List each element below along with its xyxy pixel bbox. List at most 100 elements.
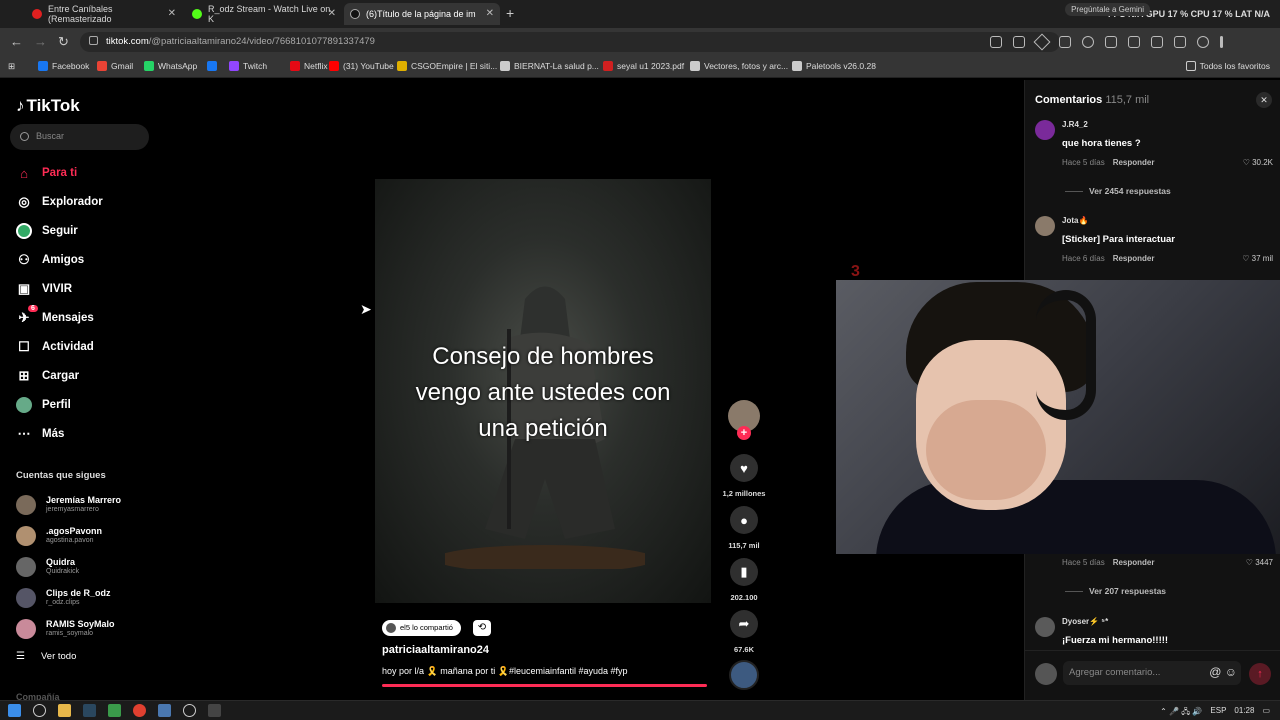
- comment-like[interactable]: ♡ 30.2K: [1243, 158, 1273, 167]
- profile-icon[interactable]: [1197, 36, 1209, 48]
- url-field[interactable]: tiktok.com/@patriciaaltamirano24/video/7…: [80, 32, 1060, 52]
- forward-icon[interactable]: →: [34, 34, 47, 49]
- see-all-button[interactable]: ☰ Ver todo: [16, 651, 76, 662]
- bookmark-item[interactable]: WhatsApp: [144, 61, 197, 71]
- browser-tab-active[interactable]: (6)Título de la página de im ✕: [344, 3, 500, 25]
- app-icon[interactable]: [183, 704, 196, 717]
- share-button[interactable]: ➦: [730, 610, 758, 638]
- star-icon[interactable]: [1033, 33, 1051, 51]
- nav-item-for-you[interactable]: ⌂ Para ti: [16, 163, 136, 183]
- extension-icon[interactable]: [1059, 36, 1071, 48]
- bookmark-item[interactable]: Paletools v26.0.28: [792, 61, 876, 71]
- search-input[interactable]: Buscar: [10, 124, 149, 150]
- browser-tab[interactable]: Entre Caníbales (Remasterizado ✕: [26, 3, 182, 25]
- steam-icon[interactable]: [83, 704, 96, 717]
- app-icon[interactable]: [108, 704, 121, 717]
- folder-icon[interactable]: [58, 704, 71, 717]
- bookmark-item[interactable]: [207, 61, 221, 71]
- send-icon[interactable]: ↑: [1249, 663, 1271, 685]
- share-count: 67.6K: [733, 645, 754, 654]
- avatar[interactable]: [1035, 617, 1055, 637]
- nav-item-explore[interactable]: ◎ Explorador: [16, 192, 136, 212]
- mention-emoji-icons[interactable]: @ ☺: [1209, 665, 1237, 679]
- comment-user[interactable]: Dyoser⚡️ ⁵*: [1062, 617, 1108, 626]
- translate-icon[interactable]: [990, 36, 1002, 48]
- reload-icon[interactable]: ↻: [58, 34, 69, 50]
- more-vert-icon[interactable]: [1220, 36, 1223, 48]
- bookmark-item[interactable]: (31) YouTube: [329, 61, 394, 71]
- comment-user[interactable]: J.R4_2: [1062, 120, 1088, 129]
- tray-language[interactable]: ESP: [1210, 706, 1226, 720]
- globe-icon[interactable]: [1082, 36, 1094, 48]
- nav-item-more[interactable]: ⋯ Más: [16, 424, 136, 444]
- close-tab-icon[interactable]: ✕: [486, 8, 494, 19]
- windows-start-icon[interactable]: [8, 704, 21, 717]
- new-tab-button[interactable]: +: [506, 5, 514, 21]
- menu-icon[interactable]: [1174, 36, 1186, 48]
- back-icon[interactable]: ←: [10, 34, 23, 49]
- bookmark-item[interactable]: Twitch: [229, 61, 267, 71]
- puzzle-icon[interactable]: [1128, 36, 1140, 48]
- followed-account[interactable]: Quidra Quidrakick: [16, 555, 156, 579]
- reply-button[interactable]: Responder: [1113, 158, 1155, 167]
- gemini-pill[interactable]: Pregúntale a Gemini: [1065, 3, 1150, 16]
- tray-time[interactable]: 01:28: [1234, 706, 1254, 720]
- apps-icon[interactable]: ⊞: [8, 61, 15, 72]
- close-icon[interactable]: ✕: [1256, 92, 1272, 108]
- nav-item-messages[interactable]: ✈ 6 Mensajes: [16, 305, 136, 328]
- video-author[interactable]: patriciaaltamirano24: [382, 644, 489, 656]
- bookmark-item[interactable]: Gmail: [97, 61, 133, 71]
- app-icon[interactable]: [208, 704, 221, 717]
- repost-icon[interactable]: ⟲: [473, 620, 491, 636]
- video-player[interactable]: Consejo de hombres vengo ante ustedes co…: [375, 179, 711, 603]
- notifications-icon[interactable]: ▭: [1262, 706, 1270, 720]
- nav-item-activity[interactable]: ☐ Actividad: [16, 337, 136, 357]
- nav-item-profile[interactable]: Perfil: [16, 395, 136, 415]
- comment-like[interactable]: ♡ 37 mil: [1242, 254, 1273, 263]
- nav-item-live[interactable]: ▣ VIVIR: [16, 279, 136, 299]
- music-disc-icon[interactable]: [729, 660, 759, 690]
- extension-icon[interactable]: [1105, 36, 1117, 48]
- comment-input[interactable]: Agregar comentario... @ ☺: [1063, 661, 1241, 685]
- bookmark-button[interactable]: ▮: [730, 558, 758, 586]
- comment-user[interactable]: Jota🔥: [1062, 216, 1088, 225]
- bookmark-item[interactable]: Netflix: [290, 61, 328, 71]
- avatar[interactable]: [1035, 216, 1055, 236]
- view-replies-button[interactable]: Ver 2454 respuestas: [1065, 186, 1171, 196]
- nav-item-upload[interactable]: ⊞ Cargar: [16, 366, 136, 386]
- followed-account[interactable]: Jeremías Marrero jeremyasmarrero: [16, 493, 156, 517]
- bookmark-item[interactable]: BIERNAT-La salud p...: [500, 61, 599, 71]
- bookmark-item[interactable]: Facebook: [38, 61, 89, 71]
- bookmark-item[interactable]: seyal u1 2023.pdf: [603, 61, 684, 71]
- followed-account[interactable]: RAMIS SoyMalo ramis_soymalo: [16, 617, 156, 641]
- sidebar-icon[interactable]: [1151, 36, 1163, 48]
- followed-account[interactable]: Clips de R_odz r_odz.clips: [16, 586, 156, 610]
- comment-like[interactable]: ♡ 3447: [1246, 558, 1273, 567]
- close-tab-icon[interactable]: ✕: [328, 8, 336, 19]
- video-progress-bar[interactable]: [382, 684, 707, 687]
- search-icon[interactable]: [33, 704, 46, 717]
- reply-button[interactable]: Responder: [1113, 558, 1155, 567]
- follow-plus-icon[interactable]: +: [737, 426, 751, 440]
- shared-by-pill[interactable]: el5 lo compartió: [382, 620, 461, 636]
- chrome-icon[interactable]: [133, 704, 146, 717]
- tray-icons[interactable]: ⌃ 🎤 🖧 🔊: [1160, 706, 1202, 720]
- cast-icon[interactable]: [1013, 36, 1025, 48]
- tiktok-logo[interactable]: ♪ TikTok: [16, 96, 80, 116]
- reply-button[interactable]: Responder: [1113, 254, 1155, 263]
- nav-item-following[interactable]: Seguir: [16, 221, 136, 241]
- bookmark-item[interactable]: Vectores, fotos y arc...: [690, 61, 788, 71]
- site-info-icon[interactable]: [89, 36, 98, 45]
- avatar[interactable]: [1035, 120, 1055, 140]
- like-button[interactable]: ♥: [730, 454, 758, 482]
- all-favorites-button[interactable]: Todos los favoritos: [1185, 61, 1270, 71]
- bookmark-item[interactable]: CSGOEmpire | El siti...: [397, 61, 497, 71]
- followed-account[interactable]: .agosPavonn agostina.pavon: [16, 524, 156, 548]
- nav-item-friends[interactable]: ⚇ Amigos: [16, 250, 136, 270]
- browser-tab[interactable]: R_odz Stream - Watch Live on K ✕: [186, 3, 342, 25]
- taskbar-icons: [8, 704, 221, 717]
- view-replies-button[interactable]: Ver 207 respuestas: [1065, 586, 1166, 596]
- close-tab-icon[interactable]: ✕: [168, 8, 176, 19]
- comment-button[interactable]: ●: [730, 506, 758, 534]
- app-icon[interactable]: [158, 704, 171, 717]
